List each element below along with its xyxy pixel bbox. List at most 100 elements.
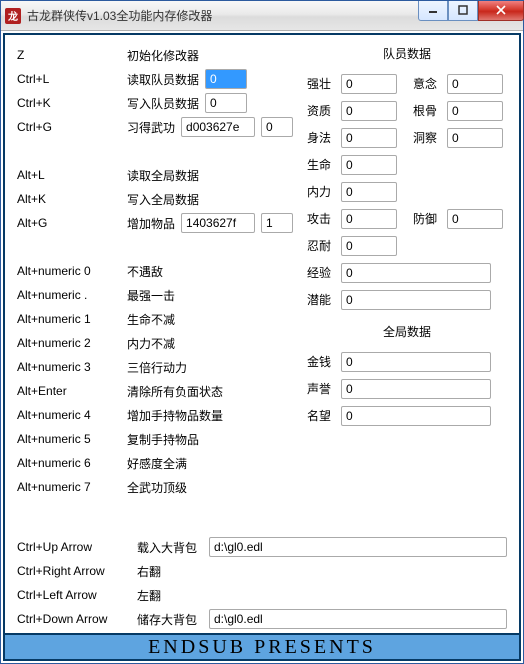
titlebar[interactable]: 龙 古龙群侠传v1.03全功能内存修改器 — [1, 1, 523, 31]
stat-input[interactable] — [447, 74, 503, 94]
action-label: 习得武功 — [127, 119, 175, 136]
window-buttons — [418, 1, 524, 21]
value-input[interactable] — [181, 117, 255, 137]
action-label: 最强一击 — [127, 287, 175, 304]
app-window: 龙 古龙群侠传v1.03全功能内存修改器 Z 初始化修改器 Ct — [0, 0, 524, 664]
path-input[interactable] — [209, 537, 507, 557]
stat-input[interactable] — [447, 209, 503, 229]
hotkey-row: Alt+numeric 2内力不减 — [17, 331, 301, 355]
action-label: 内力不减 — [127, 335, 175, 352]
stat-label: 意念 — [413, 75, 441, 92]
hotkey-label: Ctrl+Left Arrow — [17, 588, 137, 602]
hotkey-row — [17, 139, 301, 163]
global-label: 声誉 — [307, 380, 335, 397]
bottom-row: Ctrl+Right Arrow右翻 — [17, 559, 507, 583]
left-rows: Ctrl+L读取队员数据Ctrl+K写入队员数据Ctrl+G习得武功Alt+L读… — [17, 67, 301, 499]
hotkey-row: Alt+numeric 4增加手持物品数量 — [17, 403, 301, 427]
inner-panel: Z 初始化修改器 Ctrl+L读取队员数据Ctrl+K写入队员数据Ctrl+G习… — [3, 33, 521, 661]
global-input[interactable] — [341, 352, 491, 372]
value-input-2[interactable] — [261, 117, 293, 137]
global-row: 金钱 — [307, 348, 507, 375]
hotkey-row: Alt+numeric 5复制手持物品 — [17, 427, 301, 451]
right-column: 队员数据 强壮意念资质根骨身法洞察生命内力攻击防御忍耐经验潜能 全局数据 金钱声… — [307, 43, 507, 531]
hotkey-row — [17, 235, 301, 259]
hotkey-row: Alt+Enter清除所有负面状态 — [17, 379, 301, 403]
action-label: 增加物品 — [127, 215, 175, 232]
hotkey-label: Ctrl+Up Arrow — [17, 540, 137, 554]
hotkey-label: Ctrl+Down Arrow — [17, 612, 137, 626]
stat-input[interactable] — [341, 74, 397, 94]
hotkey-label: Alt+numeric 4 — [17, 408, 127, 422]
hotkey-label: Alt+numeric . — [17, 288, 127, 302]
stat-input[interactable] — [341, 128, 397, 148]
hotkey-row: Alt+G增加物品 — [17, 211, 301, 235]
value-input-2[interactable] — [261, 213, 293, 233]
hotkey-row: Ctrl+K写入队员数据 — [17, 91, 301, 115]
stat-label: 资质 — [307, 102, 335, 119]
value-input[interactable] — [181, 213, 255, 233]
action-label: 全武功顶级 — [127, 479, 187, 496]
action-label: 不遇敌 — [127, 263, 163, 280]
stat-input[interactable] — [447, 101, 503, 121]
hotkey-label: Alt+numeric 5 — [17, 432, 127, 446]
right-header-team: 队员数据 — [307, 45, 507, 62]
minimize-button[interactable] — [418, 1, 448, 21]
stat-row: 资质根骨 — [307, 97, 507, 124]
maximize-button[interactable] — [448, 1, 478, 21]
action-label: 储存大背包 — [137, 611, 209, 628]
stat-row: 忍耐 — [307, 232, 507, 259]
stat-label: 忍耐 — [307, 237, 335, 254]
stat-input[interactable] — [447, 128, 503, 148]
stat-input[interactable] — [341, 236, 397, 256]
stat-row: 身法洞察 — [307, 124, 507, 151]
stat-label: 强壮 — [307, 75, 335, 92]
stat-label: 生命 — [307, 156, 335, 173]
global-input[interactable] — [341, 379, 491, 399]
hotkey-label: Ctrl+Right Arrow — [17, 564, 137, 578]
hotkey-row: Alt+numeric 6好感度全满 — [17, 451, 301, 475]
maximize-icon — [458, 5, 468, 15]
hotkey-label: Ctrl+K — [17, 96, 127, 110]
hotkey-label: Ctrl+L — [17, 72, 127, 86]
hotkey-label: Alt+numeric 0 — [17, 264, 127, 278]
action-label: 左翻 — [137, 587, 209, 604]
action-label: 写入全局数据 — [127, 191, 199, 208]
global-label: 金钱 — [307, 353, 335, 370]
stat-input[interactable] — [341, 263, 491, 283]
hotkey-label: Alt+L — [17, 168, 127, 182]
stat-label: 经验 — [307, 264, 335, 281]
global-row: 名望 — [307, 402, 507, 429]
stat-input[interactable] — [341, 101, 397, 121]
bottom-row: Ctrl+Left Arrow左翻 — [17, 583, 507, 607]
bottom-rows: Ctrl+Up Arrow载入大背包Ctrl+Right Arrow右翻Ctrl… — [5, 535, 519, 633]
left-header: 初始化修改器 — [127, 47, 199, 64]
action-label: 载入大背包 — [137, 539, 209, 556]
left-header-row: Z 初始化修改器 — [17, 43, 301, 67]
global-row: 声誉 — [307, 375, 507, 402]
footer-banner: ENDSUB PRESENTS — [5, 633, 519, 659]
hotkey-label: Alt+numeric 1 — [17, 312, 127, 326]
close-button[interactable] — [478, 1, 524, 21]
hotkey-row: Alt+numeric .最强一击 — [17, 283, 301, 307]
stat-label: 攻击 — [307, 210, 335, 227]
action-label: 生命不减 — [127, 311, 175, 328]
action-label: 增加手持物品数量 — [127, 407, 223, 424]
value-input[interactable] — [205, 93, 247, 113]
bottom-row: Ctrl+Up Arrow载入大背包 — [17, 535, 507, 559]
hotkey-row: Alt+K写入全局数据 — [17, 187, 301, 211]
stat-input[interactable] — [341, 209, 397, 229]
stat-input[interactable] — [341, 290, 491, 310]
right-header-global: 全局数据 — [307, 323, 507, 340]
app-icon: 龙 — [5, 8, 21, 24]
stat-input[interactable] — [341, 155, 397, 175]
hotkey-row: Ctrl+G习得武功 — [17, 115, 301, 139]
hotkey-row: Alt+numeric 3三倍行动力 — [17, 355, 301, 379]
path-input[interactable] — [209, 609, 507, 629]
stat-label: 内力 — [307, 183, 335, 200]
value-input[interactable] — [205, 69, 247, 89]
stat-input[interactable] — [341, 182, 397, 202]
stat-row: 强壮 意念 — [307, 70, 507, 97]
global-input[interactable] — [341, 406, 491, 426]
action-label: 好感度全满 — [127, 455, 187, 472]
hotkey-label: Ctrl+G — [17, 120, 127, 134]
